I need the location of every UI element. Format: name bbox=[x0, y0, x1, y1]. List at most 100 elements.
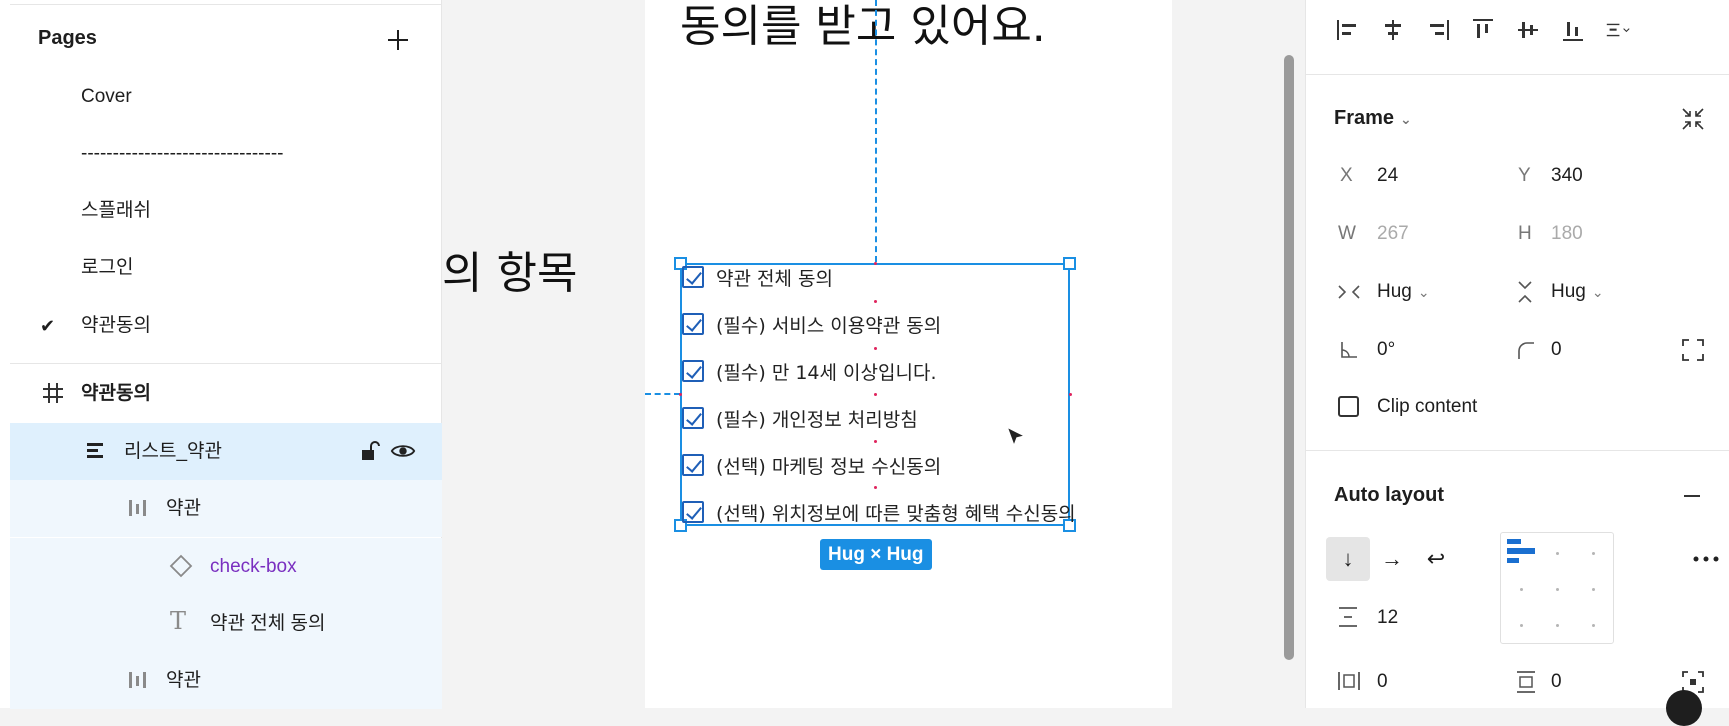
x-label: X bbox=[1340, 165, 1353, 186]
rotation-input[interactable]: 0° bbox=[1377, 339, 1395, 361]
layer-label: 약관 bbox=[166, 498, 201, 519]
page-label: 약관동의 bbox=[81, 315, 151, 336]
layers-panel: Pages Cover ----------------------------… bbox=[0, 0, 442, 709]
layer-label: 약관 전체 동의 bbox=[210, 613, 326, 634]
align-bar bbox=[1507, 548, 1535, 554]
checkbox-row[interactable]: (필수) 만 14세 이상입니다. bbox=[682, 356, 936, 386]
text-icon: T bbox=[170, 607, 187, 635]
checkbox[interactable] bbox=[682, 313, 704, 335]
grid-dot[interactable] bbox=[1556, 588, 1559, 591]
distribute-icon[interactable] bbox=[1604, 16, 1632, 44]
page-item-login[interactable]: 로그인 bbox=[0, 240, 442, 296]
spacing-marker bbox=[874, 300, 877, 303]
direction-vertical-button[interactable]: ↓ bbox=[1326, 537, 1370, 581]
y-input[interactable]: 340 bbox=[1551, 165, 1583, 187]
checkbox-row[interactable]: (선택) 위치정보에 따른 맞춤형 혜택 수신동의 bbox=[682, 497, 1076, 527]
grid-dot[interactable] bbox=[1520, 624, 1523, 627]
grid-dot[interactable] bbox=[1592, 588, 1595, 591]
frame-title: Frame bbox=[1334, 107, 1395, 129]
align-horizontal-center-icon[interactable] bbox=[1379, 16, 1407, 44]
align-top-icon[interactable] bbox=[1469, 16, 1497, 44]
height-mode-value: Hug bbox=[1551, 281, 1586, 302]
gap-input[interactable]: 12 bbox=[1377, 607, 1398, 629]
grid-dot[interactable] bbox=[1592, 624, 1595, 627]
direction-wrap-button[interactable]: ↩ bbox=[1414, 537, 1458, 581]
align-right-icon[interactable] bbox=[1424, 16, 1452, 44]
checkbox[interactable] bbox=[682, 266, 704, 288]
plus-icon bbox=[388, 30, 408, 50]
eye-icon[interactable] bbox=[390, 438, 416, 464]
layer-list-terms[interactable]: 리스트_약관 bbox=[10, 423, 442, 480]
align-left-icon[interactable] bbox=[1334, 16, 1362, 44]
page-item-splash[interactable]: 스플래쉬 bbox=[0, 183, 442, 239]
unlock-icon[interactable] bbox=[358, 438, 384, 464]
grid-dot[interactable] bbox=[1592, 552, 1595, 555]
checkbox[interactable] bbox=[682, 501, 704, 523]
align-vertical-center-icon[interactable] bbox=[1514, 16, 1542, 44]
heading-text: 의 항목 bbox=[442, 248, 578, 299]
spacing-marker bbox=[874, 440, 877, 443]
height-sizing-icon bbox=[1518, 281, 1532, 303]
page-label: Cover bbox=[81, 86, 132, 107]
padding-vertical-input[interactable]: 0 bbox=[1551, 671, 1562, 693]
checkbox[interactable] bbox=[682, 407, 704, 429]
width-mode-dropdown[interactable]: Hug ⌄ bbox=[1377, 281, 1430, 303]
height-mode-dropdown[interactable]: Hug ⌄ bbox=[1551, 281, 1604, 303]
vertical-padding-icon bbox=[1517, 671, 1535, 693]
more-options-icon[interactable] bbox=[1691, 546, 1721, 572]
grid-dot[interactable] bbox=[1520, 588, 1523, 591]
canvas-scrollbar[interactable] bbox=[1284, 55, 1294, 660]
layer-group-terms-2[interactable]: 약관 bbox=[10, 652, 442, 709]
checkbox-label: (필수) 개인정보 처리방침 bbox=[716, 408, 918, 431]
x-input[interactable]: 24 bbox=[1377, 165, 1398, 187]
layer-check-box[interactable]: check-box bbox=[10, 538, 442, 595]
layer-frame[interactable]: 약관동의 bbox=[10, 365, 442, 422]
frame-section-title[interactable]: Frame ⌄ bbox=[1334, 107, 1412, 130]
arrow-right-icon: → bbox=[1381, 546, 1403, 571]
checkbox[interactable] bbox=[682, 360, 704, 382]
h-input[interactable]: 180 bbox=[1551, 223, 1583, 245]
radius-input[interactable]: 0 bbox=[1551, 339, 1562, 361]
chevron-down-icon: ⌄ bbox=[1417, 284, 1430, 300]
w-input[interactable]: 267 bbox=[1377, 223, 1409, 245]
checkbox-row[interactable]: 약관 전체 동의 bbox=[682, 262, 833, 292]
padding-horizontal-input[interactable]: 0 bbox=[1377, 671, 1388, 693]
page-label: -------------------------------- bbox=[81, 143, 284, 164]
frame-icon bbox=[43, 383, 63, 403]
clip-content-checkbox[interactable] bbox=[1338, 396, 1359, 417]
page-item-separator[interactable]: -------------------------------- bbox=[0, 126, 442, 182]
checkbox-label: (필수) 서비스 이용약관 동의 bbox=[716, 314, 942, 337]
independent-corners-icon[interactable] bbox=[1680, 337, 1706, 363]
avatar[interactable] bbox=[1666, 690, 1702, 726]
layer-label: check-box bbox=[210, 556, 297, 577]
align-bar bbox=[1507, 558, 1519, 563]
add-page-button[interactable] bbox=[383, 25, 413, 55]
page-item-cover[interactable]: Cover bbox=[0, 69, 442, 125]
resize-handle[interactable] bbox=[1063, 257, 1076, 270]
checkbox-row[interactable]: (필수) 서비스 이용약관 동의 bbox=[682, 309, 941, 339]
align-bottom-icon[interactable] bbox=[1559, 16, 1587, 44]
cursor-icon bbox=[1005, 425, 1028, 449]
resize-to-fit-icon[interactable] bbox=[1680, 106, 1706, 132]
layer-group-terms[interactable]: 약관 bbox=[10, 480, 442, 537]
checkmark-icon: ✔ bbox=[40, 316, 56, 336]
remove-auto-layout-icon[interactable] bbox=[1680, 484, 1704, 508]
vertical-auto-layout-icon bbox=[87, 443, 103, 458]
direction-horizontal-button[interactable]: → bbox=[1370, 537, 1414, 581]
checkbox-label: (선택) 마케팅 정보 수신동의 bbox=[716, 455, 942, 478]
page-item-terms[interactable]: ✔ 약관동의 bbox=[0, 298, 442, 354]
grid-dot[interactable] bbox=[1556, 552, 1559, 555]
checkbox-row[interactable]: (선택) 마케팅 정보 수신동의 bbox=[682, 450, 941, 480]
page-label: 스플래쉬 bbox=[81, 200, 151, 221]
alignment-grid[interactable] bbox=[1500, 532, 1614, 644]
spacing-marker bbox=[874, 262, 877, 265]
align-bar bbox=[1507, 539, 1521, 544]
checkbox-label: (필수) 만 14세 이상입니다. bbox=[716, 361, 937, 384]
horizontal-padding-icon bbox=[1338, 672, 1360, 690]
layer-text[interactable]: T 약관 전체 동의 bbox=[10, 595, 442, 652]
grid-dot[interactable] bbox=[1556, 624, 1559, 627]
divider bbox=[1306, 450, 1729, 451]
checkbox-row[interactable]: (필수) 개인정보 처리방침 bbox=[682, 403, 918, 433]
chevron-down-icon: ⌄ bbox=[1400, 111, 1412, 127]
checkbox[interactable] bbox=[682, 454, 704, 476]
